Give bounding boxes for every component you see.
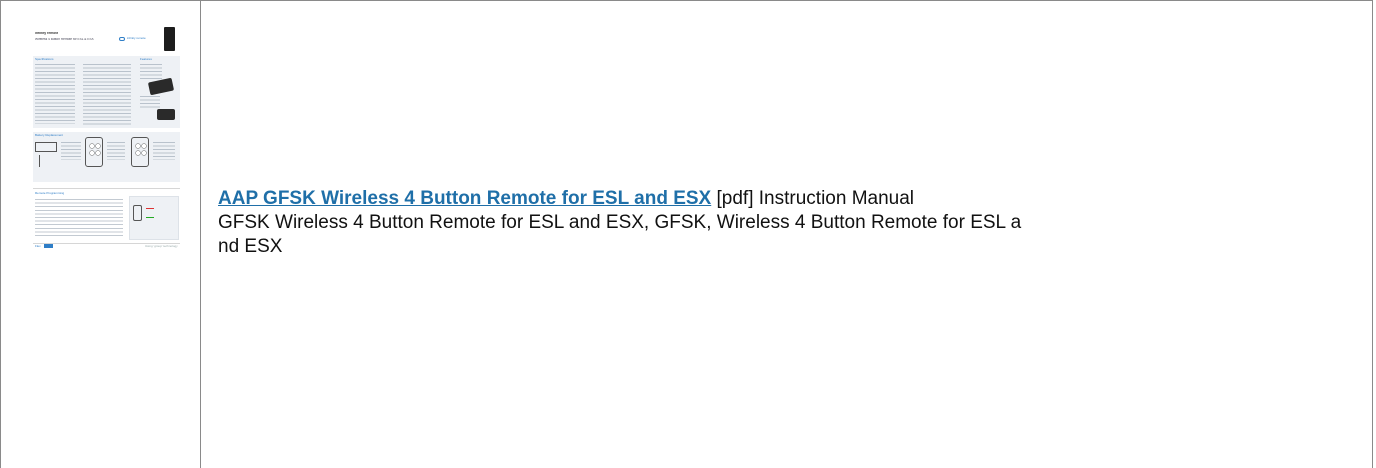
thumb-remote-diagram-2 — [131, 137, 149, 167]
thumb-spec-values — [83, 64, 131, 126]
document-type: Instruction Manual — [758, 188, 915, 209]
thumb-battery-diagram — [35, 142, 57, 152]
thumb-divider — [33, 188, 180, 189]
thumb-heading: Wireless 4 Button Remote for ESL & ESX — [35, 38, 94, 41]
thumb-brand: infinity remote — [35, 32, 59, 35]
thumb-spec-labels — [35, 64, 75, 124]
column-divider — [200, 0, 201, 468]
pdf-label: [pdf] — [716, 188, 754, 209]
thumb-footer-left: Flex — [35, 245, 41, 248]
document-description-line-1: GFSK Wireless 4 Button Remote for ESL an… — [218, 212, 1022, 233]
thumb-green-indicator — [146, 217, 154, 218]
thumbnail-cell: infinity remote Wireless 4 Button Remote… — [1, 1, 200, 468]
thumb-footer-line — [33, 243, 180, 244]
thumb-red-indicator — [146, 208, 154, 209]
thumb-feature-text — [140, 64, 162, 80]
thumb-battery-title: Battery Replacement — [35, 134, 64, 137]
thumb-remote-diagram-1 — [85, 137, 103, 167]
thumb-product-image — [164, 27, 175, 51]
thumb-battery-text-3 — [153, 142, 175, 160]
document-title-link[interactable]: AAP GFSK Wireless 4 Button Remote for ES… — [218, 188, 711, 209]
document-description-line-2: nd ESX — [218, 236, 283, 257]
thumb-battery-text-1 — [61, 142, 81, 160]
thumb-footer-right: Using 'group' technology — [145, 245, 178, 248]
thumb-footer-badge — [44, 244, 53, 248]
thumb-logo-text: infinity remote — [127, 37, 146, 40]
thumb-specs-title: Specifications — [35, 58, 54, 61]
thumb-screwdriver-icon — [39, 155, 40, 167]
thumb-program-title: Remote Programming — [35, 192, 65, 195]
thumb-remote-diagram-3 — [133, 205, 142, 221]
thumb-program-text — [35, 199, 123, 237]
thumb-remote-image-2 — [157, 109, 175, 120]
thumb-battery-text-2 — [107, 142, 125, 160]
manual-thumbnail[interactable]: infinity remote Wireless 4 Button Remote… — [25, 24, 184, 249]
thumb-features-title: Features — [140, 58, 152, 61]
document-title-line: AAP GFSK Wireless 4 Button Remote for ES… — [218, 187, 1368, 211]
thumb-logo-icon — [119, 37, 125, 41]
thumb-feature-text-2 — [140, 96, 160, 110]
document-entry: AAP GFSK Wireless 4 Button Remote for ES… — [218, 187, 1368, 259]
